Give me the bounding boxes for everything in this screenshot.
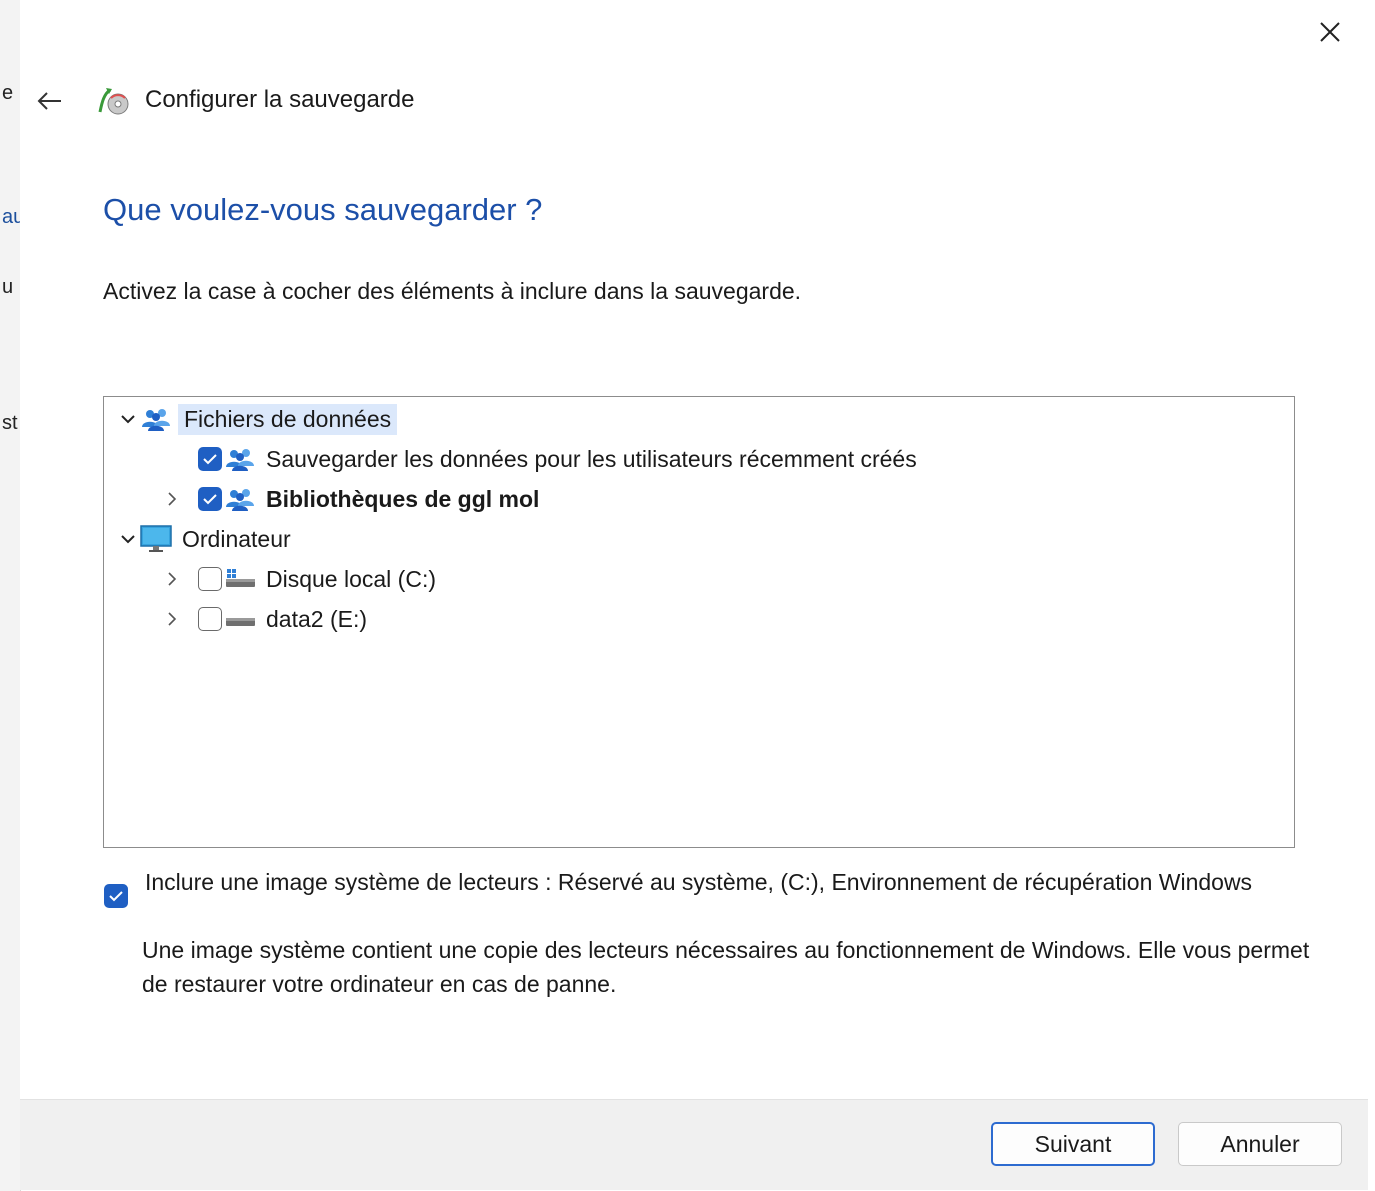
chevron-down-icon[interactable]	[118, 409, 138, 429]
chevron-right-icon[interactable]	[162, 609, 182, 629]
tree-item-label: Bibliothèques de ggl mol	[266, 485, 540, 512]
system-image-description: Une image système contient une copie des…	[142, 937, 1310, 997]
tree-item-data-files[interactable]: Fichiers de données	[118, 401, 398, 437]
monitor-icon	[138, 524, 174, 554]
chevron-right-icon[interactable]	[162, 569, 182, 589]
system-image-checkbox[interactable]	[104, 884, 128, 908]
system-image-label: Inclure une image système de lecteurs : …	[145, 869, 1253, 895]
libraries-checkbox[interactable]	[198, 487, 222, 511]
checkmark-icon	[203, 454, 217, 465]
tree-item-label: Disque local (C:)	[266, 565, 436, 592]
tree-item-drive-c[interactable]: Disque local (C:)	[162, 561, 436, 597]
background-text-fragment: e	[2, 82, 14, 104]
next-button[interactable]: Suivant	[991, 1122, 1155, 1166]
tree-item-label: Sauvegarder les données pour les utilisa…	[266, 445, 917, 472]
users-icon	[222, 444, 258, 474]
checkmark-icon	[203, 494, 217, 505]
drive-c-checkbox[interactable]	[198, 567, 222, 591]
instruction-text: Activez la case à cocher des éléments à …	[103, 278, 802, 304]
cancel-button[interactable]: Annuler	[1178, 1122, 1342, 1166]
close-icon	[1320, 22, 1340, 42]
window-title: Configurer la sauvegarde	[145, 86, 415, 113]
backup-dialog: Configurer la sauvegarde Que voulez-vous…	[20, 0, 1368, 1190]
tree-item-label: Ordinateur	[182, 525, 291, 552]
system-drive-icon	[222, 564, 258, 594]
drive-icon	[222, 604, 258, 634]
tree-item-drive-e[interactable]: data2 (E:)	[162, 601, 367, 637]
backup-restore-icon	[98, 88, 129, 115]
page-heading: Que voulez-vous sauvegarder ?	[103, 192, 543, 227]
backup-items-tree[interactable]: Fichiers de données Sauvegarder les donn…	[103, 396, 1295, 848]
tree-item-label: Fichiers de données	[178, 403, 398, 435]
chevron-down-icon[interactable]	[118, 529, 138, 549]
checkmark-icon	[109, 891, 123, 902]
back-arrow-icon	[37, 92, 61, 110]
chevron-right-icon[interactable]	[162, 489, 182, 509]
close-button[interactable]	[1312, 14, 1348, 50]
background-text-fragment: st	[2, 412, 18, 434]
users-icon	[222, 484, 258, 514]
background-text-fragment: u	[2, 276, 14, 298]
tree-item-new-users[interactable]: Sauvegarder les données pour les utilisa…	[198, 441, 917, 477]
drive-e-checkbox[interactable]	[198, 607, 222, 631]
tree-item-computer[interactable]: Ordinateur	[118, 521, 291, 557]
tree-item-libraries[interactable]: Bibliothèques de ggl mol	[162, 481, 539, 517]
users-icon	[138, 404, 174, 434]
new-users-checkbox[interactable]	[198, 447, 222, 471]
tree-item-label: data2 (E:)	[266, 605, 367, 632]
dialog-footer: Suivant Annuler	[20, 1099, 1368, 1190]
background-window-edge: e au u st	[0, 0, 24, 1191]
back-button[interactable]	[32, 84, 66, 118]
